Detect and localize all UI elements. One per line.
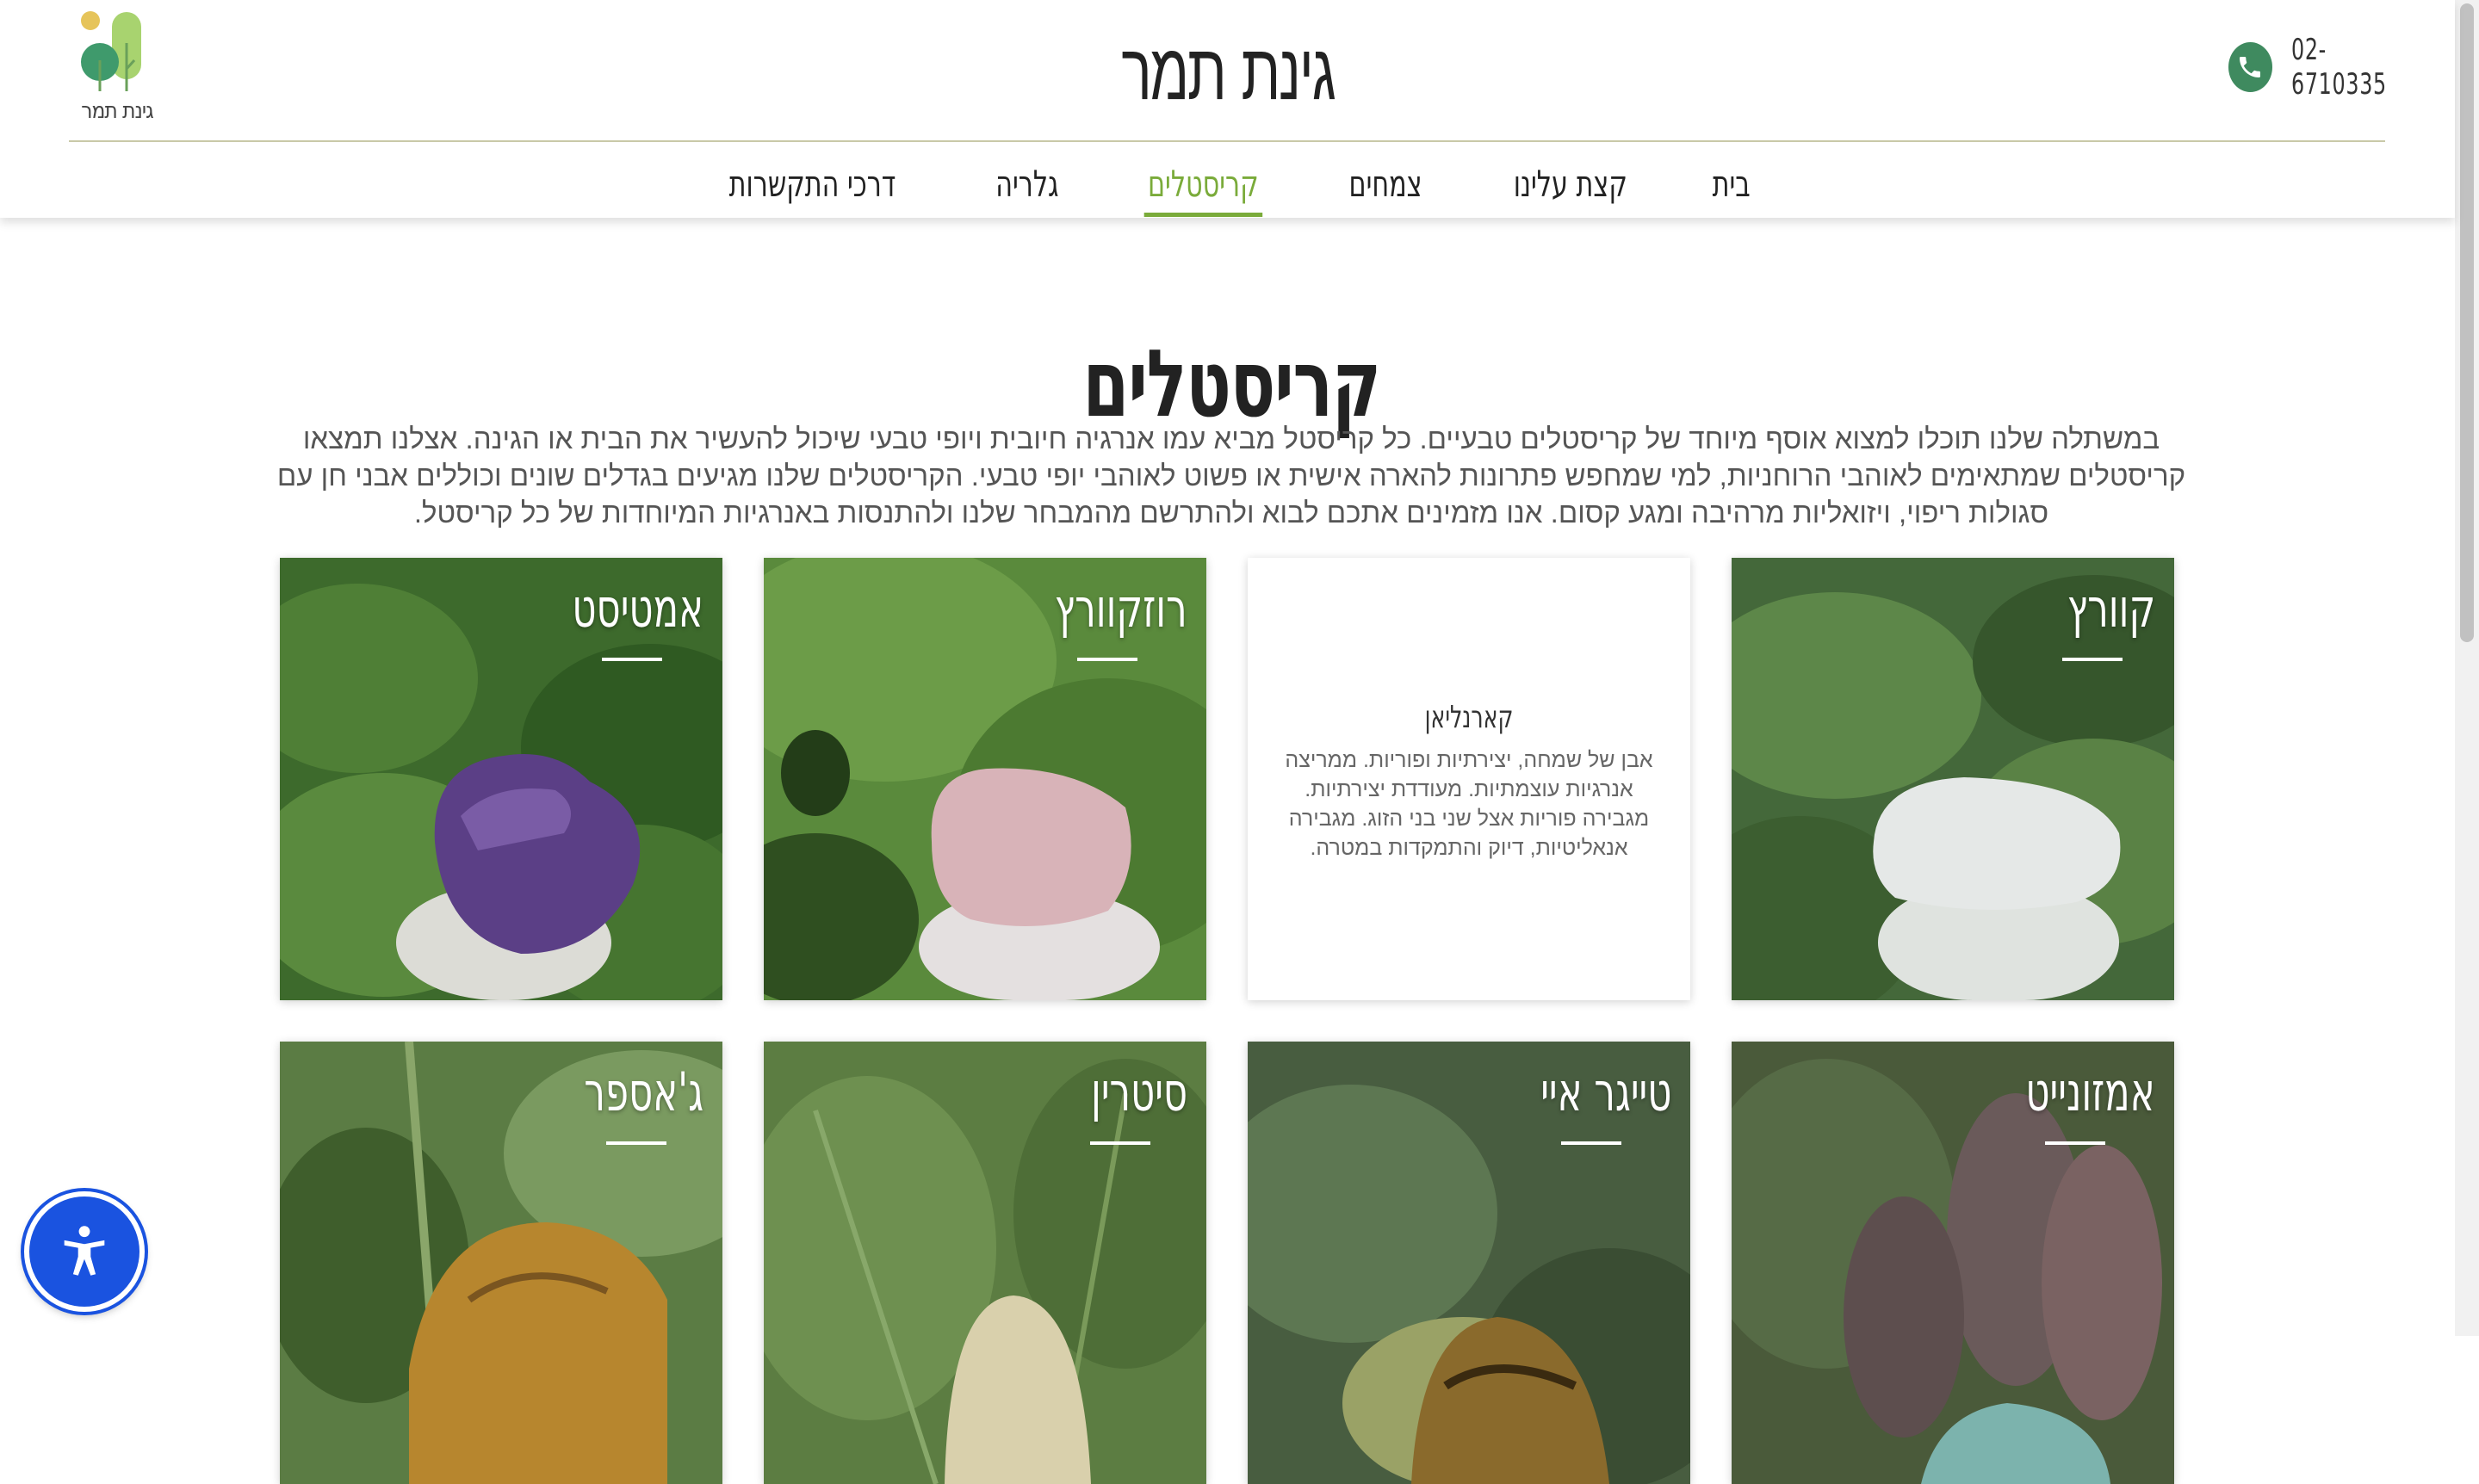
site-logo[interactable]: גינת תמר [74,9,160,129]
phone-number[interactable]: 02-6710335 [2291,33,2406,102]
crystal-card-jasper[interactable]: ג'אספר [280,1042,722,1484]
card-underline [1561,1141,1621,1145]
card-title: ג'אספר [584,1060,703,1123]
card-title: סיטרין [1090,1060,1187,1123]
card-underline [602,658,662,661]
card-description: אבן של שמחה, יצירתיות ופוריות. ממריצה אנ… [1285,748,1653,860]
nav-item-about[interactable]: קצת עלינו [1514,147,1627,217]
nav-item-home[interactable]: בית [1712,147,1750,217]
card-title: קוורץ [2067,577,2155,640]
crystal-card-tiger-eye[interactable]: טייגר איי [1248,1042,1690,1484]
crystal-card-quartz[interactable]: קוורץ [1732,558,2174,1000]
crystal-card-amazonite[interactable]: אמזונייט [1732,1042,2174,1484]
crystal-card-rose-quartz[interactable]: רוזקוורץ [764,558,1206,1000]
card-underline [606,1141,666,1145]
tree-logo-icon [81,11,141,91]
card-title: אמזונייט [2025,1060,2155,1123]
page-scrollbar[interactable] [2455,0,2479,1336]
phone-icon[interactable] [2228,42,2272,92]
main-nav: בית קצת עלינו צמחים קריסטלים גלריה דרכי … [729,146,1750,218]
header-divider [69,140,2385,142]
nav-item-crystals[interactable]: קריסטלים [1143,147,1262,217]
scrollbar-thumb[interactable] [2460,3,2474,642]
crystal-card-carnelian[interactable]: קארנליאן אבן של שמחה, יצירתיות ופוריות. … [1248,558,1690,1000]
card-title: רוזקוורץ [1055,577,1187,640]
card-underline [1077,658,1137,661]
phone-contact[interactable]: 02-6710335 [2228,33,2455,102]
intro-paragraph: במשתלה שלנו תוכלו למצוא אוסף מיוחד של קר… [276,423,2186,529]
card-underline [2062,658,2123,661]
crystal-card-citrine[interactable]: סיטרין [764,1042,1206,1484]
card-title: קארנליאן [1424,700,1514,735]
card-title: טייגר איי [1540,1060,1671,1123]
card-underline [1090,1141,1150,1145]
crystals-grid: אמטיסט רוזקוורץ קארנליאן אבן של שמחה, יצ… [280,558,2174,1484]
site-title[interactable]: גינת תמר [1104,26,1352,118]
accessibility-icon [64,1226,105,1276]
logo-text: גינת תמר [81,98,154,124]
site-header: גינת תמר גינת תמר 02-6710335 בית קצת עלי… [0,0,2455,218]
nav-item-gallery[interactable]: גלריה [995,147,1058,217]
crystal-card-amethyst[interactable]: אמטיסט [280,558,722,1000]
card-title: אמטיסט [572,577,703,640]
accessibility-button[interactable] [24,1191,145,1312]
card-underline [2045,1141,2105,1145]
nav-item-contact[interactable]: דרכי התקשרות [729,147,896,217]
nav-item-plants[interactable]: צמחים [1349,147,1422,217]
